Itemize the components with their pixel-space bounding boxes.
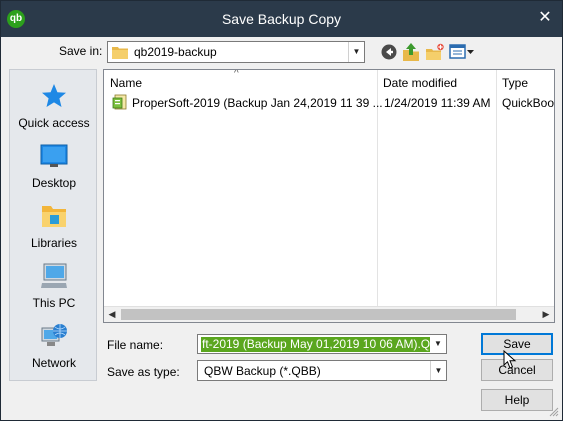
save-in-dropdown[interactable]: qb2019-backup ▼ bbox=[107, 41, 365, 63]
star-icon bbox=[42, 84, 66, 107]
save-as-type-value: QBW Backup (*.QBB) bbox=[204, 364, 321, 378]
place-label: This PC bbox=[32, 296, 76, 310]
scrollbar-thumb[interactable] bbox=[121, 309, 516, 320]
dialog-title: Save Backup Copy bbox=[221, 11, 342, 27]
chevron-down-icon[interactable]: ▼ bbox=[348, 42, 364, 62]
mouse-cursor-icon bbox=[503, 350, 517, 369]
quickbooks-backup-file-icon bbox=[112, 94, 127, 110]
desktop-icon bbox=[40, 144, 68, 167]
scroll-left-icon[interactable]: ◀ bbox=[104, 307, 120, 322]
column-header-name[interactable]: Name bbox=[110, 76, 142, 90]
place-label: Libraries bbox=[30, 236, 78, 250]
file-date: 1/24/2019 11:39 AM bbox=[384, 96, 491, 110]
folder-icon bbox=[112, 47, 128, 59]
place-label: Network bbox=[31, 356, 76, 370]
cancel-button[interactable]: Cancel bbox=[481, 359, 553, 381]
chevron-down-icon[interactable]: ▼ bbox=[430, 335, 446, 353]
file-name: ProperSoft-2019 (Backup Jan 24,2019 11 3… bbox=[132, 96, 382, 110]
back-icon[interactable] bbox=[380, 42, 398, 62]
network-icon bbox=[41, 324, 67, 346]
file-list[interactable]: ^ Name Date modified Type ProperSoft-201… bbox=[103, 69, 555, 323]
place-quick-access[interactable]: Quick access bbox=[10, 78, 98, 138]
new-folder-icon[interactable] bbox=[425, 42, 445, 62]
column-header-type[interactable]: Type bbox=[502, 76, 528, 90]
help-button[interactable]: Help bbox=[481, 389, 553, 411]
file-name-label: File name: bbox=[107, 338, 164, 352]
libraries-icon bbox=[42, 206, 66, 227]
places-bar: Quick access Desktop Libraries This PC N… bbox=[9, 69, 97, 381]
save-in-label: Save in: bbox=[59, 44, 103, 58]
view-menu-icon[interactable] bbox=[449, 42, 475, 62]
file-name-input[interactable]: ft-2019 (Backup May 01,2019 10 06 AM).QB… bbox=[197, 334, 447, 354]
place-label: Desktop bbox=[31, 176, 77, 190]
chevron-down-icon[interactable]: ▼ bbox=[430, 361, 446, 380]
resize-grip-icon[interactable] bbox=[549, 407, 559, 417]
file-row[interactable]: ProperSoft-2019 (Backup Jan 24,2019 11 3… bbox=[110, 94, 554, 112]
place-libraries[interactable]: Libraries bbox=[10, 198, 98, 258]
close-icon[interactable]: ✕ bbox=[536, 9, 554, 27]
save-as-type-label: Save as type: bbox=[107, 365, 180, 379]
scroll-right-icon[interactable]: ▶ bbox=[538, 307, 554, 322]
sort-ascending-icon: ^ bbox=[234, 69, 239, 79]
place-network[interactable]: Network bbox=[10, 318, 98, 378]
title-bar: qb Save Backup Copy ✕ bbox=[1, 1, 562, 37]
place-label: Quick access bbox=[18, 116, 90, 130]
save-button[interactable]: Save bbox=[481, 333, 553, 355]
file-type: QuickBoo bbox=[502, 96, 555, 110]
horizontal-scrollbar[interactable]: ◀ ▶ bbox=[104, 306, 554, 322]
place-desktop[interactable]: Desktop bbox=[10, 138, 98, 198]
column-header-date-modified[interactable]: Date modified bbox=[383, 76, 457, 90]
save-as-type-dropdown[interactable]: QBW Backup (*.QBB) ▼ bbox=[197, 360, 447, 381]
computer-icon bbox=[41, 263, 67, 288]
file-name-value: ft-2019 (Backup May 01,2019 10 06 AM).QB… bbox=[201, 337, 447, 352]
place-this-pc[interactable]: This PC bbox=[10, 258, 98, 318]
save-in-value: qb2019-backup bbox=[134, 45, 217, 59]
save-backup-dialog: qb Save Backup Copy ✕ Save in: qb2019-ba… bbox=[0, 0, 563, 421]
up-folder-icon[interactable] bbox=[402, 42, 420, 62]
